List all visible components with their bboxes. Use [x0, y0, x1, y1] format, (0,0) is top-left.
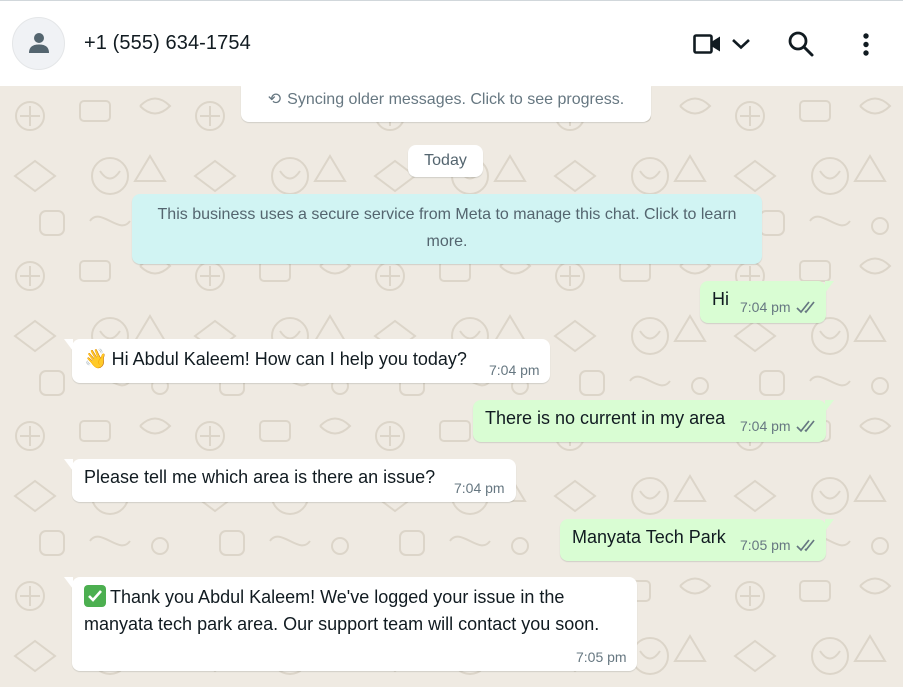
double-check-icon	[796, 539, 815, 552]
message-bubble-incoming[interactable]: Thank you Abdul Kaleem! We've logged you…	[64, 577, 637, 671]
message-time: 7:05 pm	[740, 537, 791, 553]
message-text: Hi	[712, 289, 729, 309]
bubble-tail	[64, 577, 73, 589]
search-icon	[788, 31, 814, 57]
avatar[interactable]	[12, 17, 65, 70]
message-text-row: 👋 Hi Abdul Kaleem! How can I help you tod…	[84, 347, 467, 371]
check-mark-emoji	[84, 585, 106, 607]
bubble-tail	[825, 400, 834, 412]
message-time: 7:04 pm	[740, 299, 791, 315]
sync-notice[interactable]: ⟲ Syncing older messages. Click to see pr…	[241, 86, 651, 122]
message-text: Thank you Abdul Kaleem! We've logged you…	[84, 587, 600, 634]
sync-notice-text: Syncing older messages. Click to see pro…	[287, 91, 625, 108]
chat-header: +1 (555) 634-1754	[0, 0, 903, 86]
message-text: Manyata Tech Park	[572, 527, 726, 547]
message-text: Please tell me which area is there an is…	[84, 467, 436, 487]
sync-icon: ⟲	[267, 91, 282, 108]
waving-hand-emoji: 👋	[84, 349, 108, 370]
message-time: 7:04 pm	[740, 418, 791, 434]
double-check-icon	[796, 301, 815, 314]
video-call-button[interactable]	[692, 29, 722, 64]
search-button[interactable]	[787, 30, 815, 63]
message-bubble-outgoing[interactable]: Hi 7:04 pm	[700, 281, 834, 323]
contact-name[interactable]: +1 (555) 634-1754	[84, 32, 251, 55]
double-check-icon	[796, 420, 815, 433]
message-time: 7:04 pm	[454, 480, 505, 496]
bubble-tail	[825, 281, 834, 293]
message-text-row: Thank you Abdul Kaleem! We've logged you…	[84, 584, 624, 638]
bubble-tail	[64, 339, 73, 351]
message-bubble-incoming[interactable]: Please tell me which area is there an is…	[64, 459, 516, 502]
call-options-button[interactable]	[730, 35, 752, 58]
message-bubble-outgoing[interactable]: Manyata Tech Park 7:05 pm	[560, 519, 834, 561]
message-bubble-incoming[interactable]: 👋 Hi Abdul Kaleem! How can I help you tod…	[64, 339, 550, 383]
message-text: There is no current in my area	[485, 408, 726, 428]
message-text: Hi Abdul Kaleem! How can I help you toda…	[111, 349, 467, 369]
person-icon	[29, 33, 49, 53]
bubble-tail	[64, 459, 73, 471]
menu-button[interactable]	[858, 32, 874, 63]
date-divider: Today	[408, 145, 483, 177]
menu-dots-icon	[863, 33, 869, 56]
video-call-icon	[693, 34, 720, 54]
message-bubble-outgoing[interactable]: There is no current in my area 7:04 pm	[473, 400, 834, 442]
message-time: 7:04 pm	[489, 362, 540, 378]
chat-panel[interactable]: ⟲ Syncing older messages. Click to see pr…	[0, 86, 903, 687]
chevron-down-icon	[732, 39, 750, 50]
message-time: 7:05 pm	[576, 649, 627, 665]
bubble-tail	[825, 519, 834, 531]
encryption-system-message[interactable]: This business uses a secure service from…	[132, 194, 762, 264]
